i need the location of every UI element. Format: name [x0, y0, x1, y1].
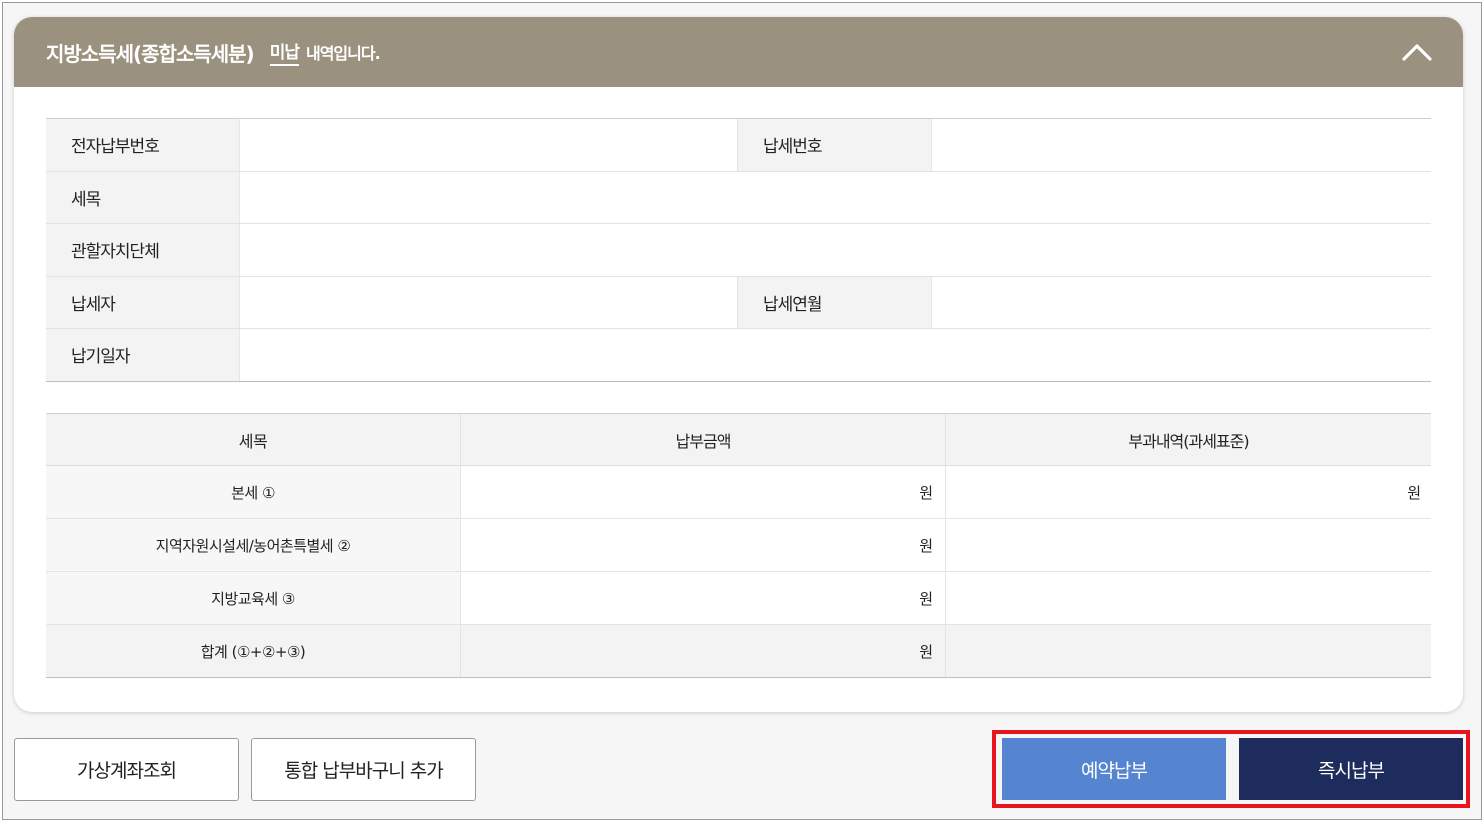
pay-now-button[interactable]: 즉시납부: [1239, 738, 1463, 800]
header-payment-amount: 납부금액: [461, 414, 946, 465]
tax-month-label: 납세연월: [738, 276, 932, 328]
jurisdiction-value: [240, 224, 1431, 276]
card-title: 지방소득세(종합소득세분): [46, 41, 255, 66]
row-assessment: [946, 572, 1431, 624]
tax-number-value: [932, 119, 1431, 171]
taxpayer-label: 납세자: [46, 276, 240, 328]
amount-table-header: 세목 납부금액 부과내역(과세표준): [46, 414, 1431, 466]
epay-number-value: [240, 119, 738, 171]
tax-month-value: [932, 277, 1431, 329]
header-assessment: 부과내역(과세표준): [1128, 431, 1249, 451]
table-row: 지역자원시설세/농어촌특별세 ② 원: [46, 519, 1431, 572]
table-row: 본세 ① 원 원: [46, 466, 1431, 519]
add-basket-button[interactable]: 통합 납부바구니 추가: [251, 738, 476, 801]
row-payment-amount: 원: [461, 572, 946, 624]
row-tax-item: 본세 ①: [46, 466, 461, 518]
epay-number-label: 전자납부번호: [46, 119, 240, 171]
payment-status-label: 미납: [269, 38, 300, 66]
row-assessment: [946, 625, 1431, 677]
amount-table: 세목 납부금액 부과내역(과세표준) 본세 ① 원 원 지역자원시설세/농어촌특…: [46, 413, 1431, 678]
table-row-total: 합계 (①+②+③) 원: [46, 625, 1431, 678]
card-description: 내역입니다.: [305, 44, 381, 63]
chevron-up-icon: [1402, 44, 1432, 61]
collapse-button[interactable]: [1397, 35, 1437, 69]
row-payment-amount: 원: [461, 519, 946, 571]
taxpayer-value: [240, 276, 738, 328]
info-row-jurisdiction: 관할자치단체: [46, 224, 1431, 277]
tax-item-label: 세목: [46, 171, 240, 223]
info-row-epay-number: 전자납부번호 납세번호: [46, 119, 1431, 172]
tax-info-table: 전자납부번호 납세번호 세목 관할자치단체 납세자 납세연월 납기일자: [46, 118, 1431, 382]
row-tax-item: 지역자원시설세/농어촌특별세 ②: [46, 519, 461, 571]
row-payment-amount: 원: [461, 625, 946, 677]
row-assessment: 원: [1407, 483, 1421, 502]
due-date-label: 납기일자: [46, 329, 240, 381]
tax-number-label: 납세번호: [738, 119, 932, 171]
row-payment-amount: 원: [461, 466, 946, 518]
info-row-due-date: 납기일자: [46, 329, 1431, 382]
due-date-value: [240, 329, 1431, 381]
row-assessment: [946, 519, 1431, 571]
row-tax-item: 합계 (①+②+③): [46, 625, 461, 677]
tax-item-value: [240, 172, 1431, 224]
reserve-pay-button[interactable]: 예약납부: [1002, 738, 1226, 800]
info-row-taxpayer: 납세자 납세연월: [46, 276, 1431, 329]
info-row-tax-item: 세목: [46, 171, 1431, 224]
row-tax-item: 지방교육세 ③: [46, 572, 461, 624]
header-tax-item: 세목: [46, 414, 461, 465]
table-row: 지방교육세 ③ 원: [46, 572, 1431, 625]
jurisdiction-label: 관할자치단체: [46, 224, 240, 276]
virtual-account-button[interactable]: 가상계좌조회: [14, 738, 239, 801]
tax-detail-card: 지방소득세(종합소득세분) 미납 내역입니다. 전자납부번호 납세번호 세목 관…: [14, 17, 1463, 712]
card-header: 지방소득세(종합소득세분) 미납 내역입니다.: [14, 17, 1463, 87]
